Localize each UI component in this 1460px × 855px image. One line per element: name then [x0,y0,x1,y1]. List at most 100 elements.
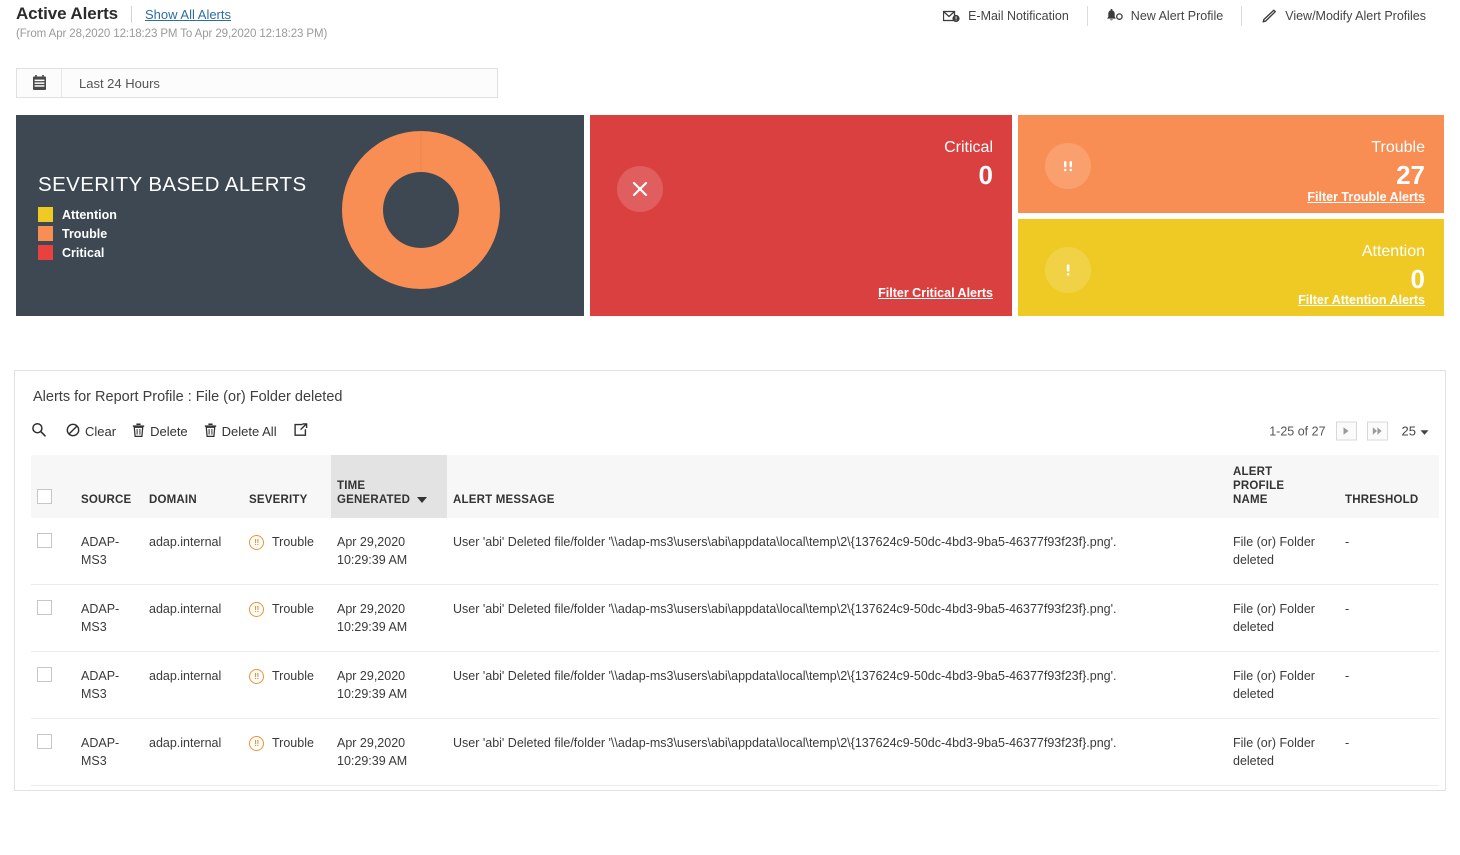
severity-card-title: SEVERITY BASED ALERTS [38,173,307,197]
cell-source: ADAP-MS3 [75,585,143,652]
trouble-card-label: Trouble [1371,139,1425,157]
select-all-checkbox[interactable] [37,489,52,504]
page-title: Active Alerts [16,4,118,24]
severity-label: Trouble [272,533,314,551]
cell-alert-profile-name: File (or) Folderdeleted [1227,652,1339,719]
show-all-alerts-link[interactable]: Show All Alerts [145,7,231,22]
column-header-domain[interactable]: DOMAIN [143,455,243,518]
row-checkbox[interactable] [37,533,52,548]
column-header-time-generated[interactable]: TIMEGENERATED [331,455,447,518]
critical-alerts-card[interactable]: Critical 0 Filter Critical Alerts [590,115,1012,316]
new-alert-profile-label: New Alert Profile [1131,9,1223,23]
column-header-threshold[interactable]: THRESHOLD [1339,455,1439,518]
row-checkbox[interactable] [37,667,52,682]
date-range-label: (From Apr 28,2020 12:18:23 PM To Apr 29,… [16,28,327,40]
severity-donut-chart[interactable] [342,131,500,289]
new-alert-profile-icon [1106,9,1123,24]
column-header-severity[interactable]: SEVERITY [243,455,331,518]
cell-domain: adap.internal [143,719,243,786]
summary-cards-row: SEVERITY BASED ALERTS Attention Trouble … [16,115,1444,316]
row-select-cell [31,719,75,786]
column-header-alert-profile-name[interactable]: ALERTPROFILENAME [1227,455,1339,518]
severity-trouble-icon: !! [249,736,264,751]
cell-threshold: - [1339,585,1439,652]
cell-domain: adap.internal [143,585,243,652]
cell-alert-message: User 'abi' Deleted file/folder '\\adap-m… [447,518,1227,585]
exclamation-icon [1045,247,1091,293]
filter-attention-alerts-link[interactable]: Filter Attention Alerts [1298,293,1425,307]
cell-alert-message: User 'abi' Deleted file/folder '\\adap-m… [447,719,1227,786]
row-select-cell [31,585,75,652]
severity-trouble-icon: !! [249,669,264,684]
column-label-alert-message: ALERT MESSAGE [453,493,1221,507]
cell-threshold: - [1339,719,1439,786]
severity-based-alerts-card: SEVERITY BASED ALERTS Attention Trouble … [16,115,584,316]
cell-alert-message: User 'abi' Deleted file/folder '\\adap-m… [447,585,1227,652]
table-row[interactable]: ADAP-MS3adap.internal!! Trouble Apr 29,202… [31,652,1439,719]
attention-card-label: Attention [1362,243,1425,261]
legend-item-trouble: Trouble [38,226,117,241]
header-left: Active Alerts Show All Alerts (From Apr … [16,0,327,40]
cell-time-generated: Apr 29,202010:29:39 AM [331,652,447,719]
cell-severity: !!Trouble [243,518,331,585]
column-label-alert-profile-name: ALERTPROFILENAME [1233,465,1333,507]
page-size-selector[interactable]: 25 [1402,424,1429,439]
trouble-attention-stack: Trouble 27 Filter Trouble Alerts Attenti… [1018,115,1444,316]
legend-item-critical: Critical [38,245,117,260]
cell-time-generated: Apr 29,202010:29:39 AM [331,518,447,585]
cell-threshold: - [1339,518,1439,585]
new-alert-profile-button[interactable]: New Alert Profile [1088,5,1241,27]
alerts-table-body: ADAP-MS3adap.internal!!TroubleApr 29,202… [31,518,1439,786]
cell-severity: !!Trouble [243,585,331,652]
row-checkbox[interactable] [37,600,52,615]
trash-icon [132,423,145,440]
severity-label: Trouble [272,667,314,685]
cell-domain: adap.internal [143,652,243,719]
last-page-button[interactable] [1367,422,1388,441]
header-actions: E-Mail Notification New Alert Profile V [925,5,1444,27]
cell-threshold: - [1339,652,1439,719]
cell-alert-profile-name: File (or) Folderdeleted [1227,719,1339,786]
delete-all-label: Delete All [222,424,277,439]
row-select-cell [31,518,75,585]
trouble-alerts-card[interactable]: Trouble 27 Filter Trouble Alerts [1018,115,1444,213]
email-notification-button[interactable]: E-Mail Notification [925,5,1087,27]
delete-all-button[interactable]: Delete All [204,423,277,440]
filter-trouble-alerts-link[interactable]: Filter Trouble Alerts [1307,190,1425,204]
clear-button[interactable]: Clear [66,423,116,440]
table-row[interactable]: ADAP-MS3adap.internal!!TroubleApr 29,202… [31,585,1439,652]
calendar-icon[interactable] [17,69,62,97]
export-button[interactable] [293,423,308,440]
cell-source: ADAP-MS3 [75,652,143,719]
delete-label: Delete [150,424,188,439]
table-row[interactable]: ADAP-MS3adap.internal!!TroubleApr 29,202… [31,518,1439,585]
filter-critical-alerts-link[interactable]: Filter Critical Alerts [878,286,993,300]
date-filter-value[interactable]: Last 24 Hours [62,76,160,91]
close-x-icon [617,166,663,212]
severity-legend: Attention Trouble Critical [38,207,117,264]
table-row[interactable]: ADAP-MS3adap.internal!!TroubleApr 29,202… [31,719,1439,786]
column-label-domain: DOMAIN [149,493,237,507]
row-checkbox[interactable] [37,734,52,749]
attention-alerts-card[interactable]: Attention 0 Filter Attention Alerts [1018,219,1444,317]
cell-time-generated: Apr 29,202010:29:39 AM [331,719,447,786]
table-toolbar: Clear Delete [31,420,1429,442]
clear-icon [66,423,80,440]
search-button[interactable] [31,422,46,440]
column-header-alert-message[interactable]: ALERT MESSAGE [447,455,1227,518]
panel-heading: Alerts for Report Profile : File (or) Fo… [31,371,1429,405]
attention-card-count: 0 [1411,264,1425,295]
delete-button[interactable]: Delete [132,423,188,440]
alerts-table: SOURCE DOMAIN SEVERITY TIMEGENERATED ALE… [31,455,1439,786]
sort-descending-icon [417,497,427,503]
legend-swatch-attention [38,207,53,222]
column-header-source[interactable]: SOURCE [75,455,143,518]
pagination-controls: 1-25 of 27 25 [1269,422,1429,441]
next-page-button[interactable] [1336,422,1357,441]
view-modify-alert-profiles-label: View/Modify Alert Profiles [1285,9,1426,23]
chevron-down-icon [1420,424,1429,439]
date-filter-bar[interactable]: Last 24 Hours [16,68,498,98]
severity-label: Trouble [272,734,314,752]
column-label-source: SOURCE [81,493,137,507]
view-modify-alert-profiles-button[interactable]: View/Modify Alert Profiles [1242,5,1444,27]
